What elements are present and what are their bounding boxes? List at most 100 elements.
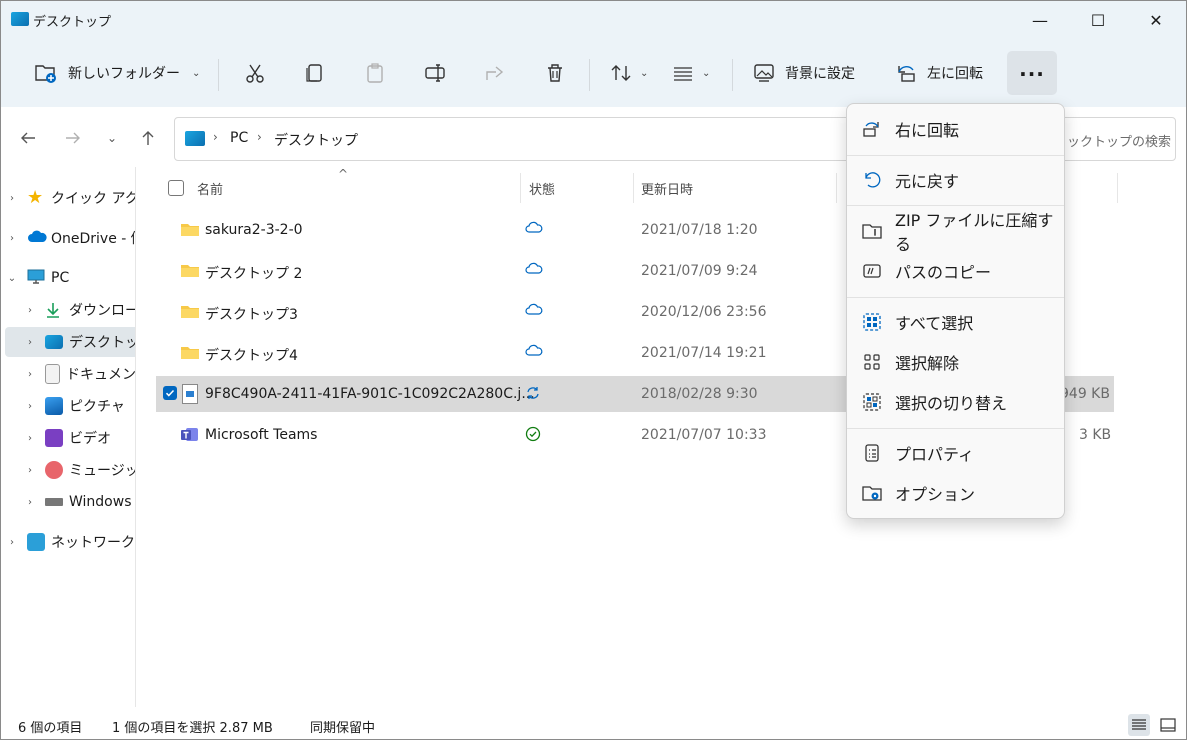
- wallpaper-icon: [754, 64, 774, 82]
- chevron-down-icon: ⌄: [640, 67, 649, 79]
- view-button[interactable]: ⌄: [672, 53, 710, 93]
- recent-locations-button[interactable]: ⌄: [97, 123, 127, 153]
- close-button[interactable]: ✕: [1127, 1, 1185, 39]
- explorer-window: デスクトップ — ☐ ✕ 新しいフォルダー ⌄ ⌄ ⌄ 背景に設定 左に回転 .…: [0, 0, 1187, 740]
- chevron-right-icon: ›: [28, 464, 32, 476]
- new-folder-button[interactable]: 新しいフォルダー ⌄: [34, 53, 200, 93]
- sidebar-item-windows-drive[interactable]: › Windows (C:): [5, 487, 135, 517]
- back-button[interactable]: [13, 123, 43, 153]
- menu-item-invert-selection[interactable]: 選択の切り替え: [847, 383, 1064, 421]
- sidebar-item-label: ドキュメント: [66, 367, 135, 383]
- menu-item-compress-zip[interactable]: ZIP ファイルに圧縮する: [847, 211, 1064, 254]
- cut-button[interactable]: [244, 53, 266, 93]
- select-all-checkbox[interactable]: [168, 167, 184, 209]
- maximize-button[interactable]: ☐: [1069, 1, 1127, 39]
- more-options-menu: 右に回転 元に戻す ZIP ファイルに圧縮する パスのコピー すべて選択 選択解…: [846, 103, 1065, 519]
- cloud-icon: [525, 302, 543, 320]
- menu-item-select-none[interactable]: 選択解除: [847, 343, 1064, 381]
- more-icon: ...: [1019, 57, 1045, 81]
- file-name: デスクトップ 2: [205, 266, 303, 282]
- properties-icon: [861, 442, 883, 464]
- sidebar-item-downloads[interactable]: › ダウンロード: [5, 295, 135, 325]
- menu-item-copy-path[interactable]: パスのコピー: [847, 252, 1064, 290]
- check-circle-icon: [525, 426, 541, 446]
- menu-separator: [847, 297, 1064, 298]
- paste-button[interactable]: [364, 53, 386, 93]
- sidebar-item-desktop[interactable]: › デスクトップ: [5, 327, 135, 357]
- sidebar-item-label: ビデオ: [69, 431, 111, 447]
- sidebar-item-quick-access[interactable]: › ★ クイック アクセス: [5, 183, 135, 213]
- paste-icon: [367, 63, 383, 83]
- breadcrumb-pc[interactable]: PC: [230, 130, 248, 146]
- file-name: デスクトップ3: [205, 307, 298, 323]
- sidebar-item-videos[interactable]: › ビデオ: [5, 423, 135, 453]
- column-divider: [836, 173, 837, 203]
- tiles-view-button[interactable]: [1157, 714, 1179, 736]
- sidebar-item-music[interactable]: › ミュージック: [5, 455, 135, 485]
- sidebar-item-label: ダウンロード: [69, 303, 135, 319]
- network-icon: [27, 533, 45, 551]
- column-header-name[interactable]: 名前: [197, 167, 223, 209]
- sort-button[interactable]: ⌄: [610, 53, 648, 93]
- toolbar-divider: [589, 59, 590, 91]
- rotate-right-icon: [861, 118, 883, 140]
- menu-item-label: パスのコピー: [895, 263, 992, 282]
- column-header-status[interactable]: 状態: [529, 167, 555, 209]
- chevron-right-icon: ›: [28, 368, 32, 380]
- minimize-button[interactable]: —: [1011, 1, 1069, 39]
- sidebar-item-label: ミュージック: [69, 463, 135, 479]
- file-date: 2021/07/18 1:20: [641, 222, 758, 238]
- status-bar: 6 個の項目 1 個の項目を選択 2.87 MB 同期保留中: [1, 707, 1186, 739]
- chevron-right-icon: ›: [213, 130, 218, 144]
- menu-separator: [847, 205, 1064, 206]
- sidebar-item-label: デスクトップ: [69, 335, 135, 351]
- column-header-modified[interactable]: 更新日時: [641, 167, 693, 209]
- delete-button[interactable]: [544, 53, 566, 93]
- cloud-icon: [27, 229, 47, 247]
- chevron-right-icon: ›: [10, 536, 14, 548]
- music-icon: [45, 461, 63, 479]
- rotate-left-button[interactable]: 左に回転: [895, 53, 983, 93]
- more-options-button[interactable]: ...: [1007, 51, 1057, 95]
- menu-item-properties[interactable]: プロパティ: [847, 434, 1064, 472]
- menu-item-undo[interactable]: 元に戻す: [847, 161, 1064, 199]
- cloud-icon: [525, 220, 543, 238]
- forward-button[interactable]: [58, 123, 88, 153]
- sidebar-item-pc[interactable]: ⌄ PC: [5, 263, 135, 293]
- file-size: 3 KB: [1079, 427, 1112, 443]
- copy-button[interactable]: [304, 53, 326, 93]
- menu-item-label: すべて選択: [895, 314, 974, 333]
- sidebar-item-label: ネットワーク: [51, 535, 135, 551]
- menu-separator: [847, 428, 1064, 429]
- select-none-icon: [861, 351, 883, 373]
- select-all-icon: [861, 311, 883, 333]
- file-date: 2021/07/09 9:24: [641, 263, 758, 279]
- chevron-right-icon: ›: [28, 432, 32, 444]
- chevron-right-icon: ›: [28, 336, 32, 348]
- menu-item-options[interactable]: オプション: [847, 474, 1064, 512]
- sidebar-item-documents[interactable]: › ドキュメント: [5, 359, 135, 389]
- view-list-icon: [674, 67, 692, 81]
- sidebar-item-onedrive[interactable]: › OneDrive - 個人用: [5, 223, 135, 253]
- share-button[interactable]: [484, 53, 506, 93]
- rename-button[interactable]: [424, 53, 446, 93]
- chevron-right-icon: ›: [10, 192, 14, 204]
- desktop-folder-icon: [11, 12, 29, 26]
- copy-icon: [306, 64, 322, 82]
- teams-icon: [180, 425, 200, 443]
- column-divider: [1117, 173, 1118, 203]
- navigation-pane: › ★ クイック アクセス › OneDrive - 個人用 ⌄ PC › ダウ…: [1, 167, 136, 707]
- sidebar-item-pictures[interactable]: › ピクチャ: [5, 391, 135, 421]
- search-input[interactable]: ックトップの検索: [1067, 131, 1171, 150]
- menu-item-rotate-right[interactable]: 右に回転: [847, 110, 1064, 148]
- menu-item-select-all[interactable]: すべて選択: [847, 303, 1064, 341]
- sidebar-item-network[interactable]: › ネットワーク: [5, 527, 135, 557]
- breadcrumb-desktop[interactable]: デスクトップ: [274, 130, 358, 150]
- up-button[interactable]: [133, 123, 163, 153]
- details-view-button[interactable]: [1128, 714, 1150, 736]
- row-checkbox-checked[interactable]: [163, 386, 177, 400]
- preview-view-icon: [1160, 718, 1176, 732]
- set-background-button[interactable]: 背景に設定: [753, 53, 855, 93]
- arrow-left-icon: [21, 132, 35, 144]
- chevron-down-icon: ⌄: [106, 131, 118, 145]
